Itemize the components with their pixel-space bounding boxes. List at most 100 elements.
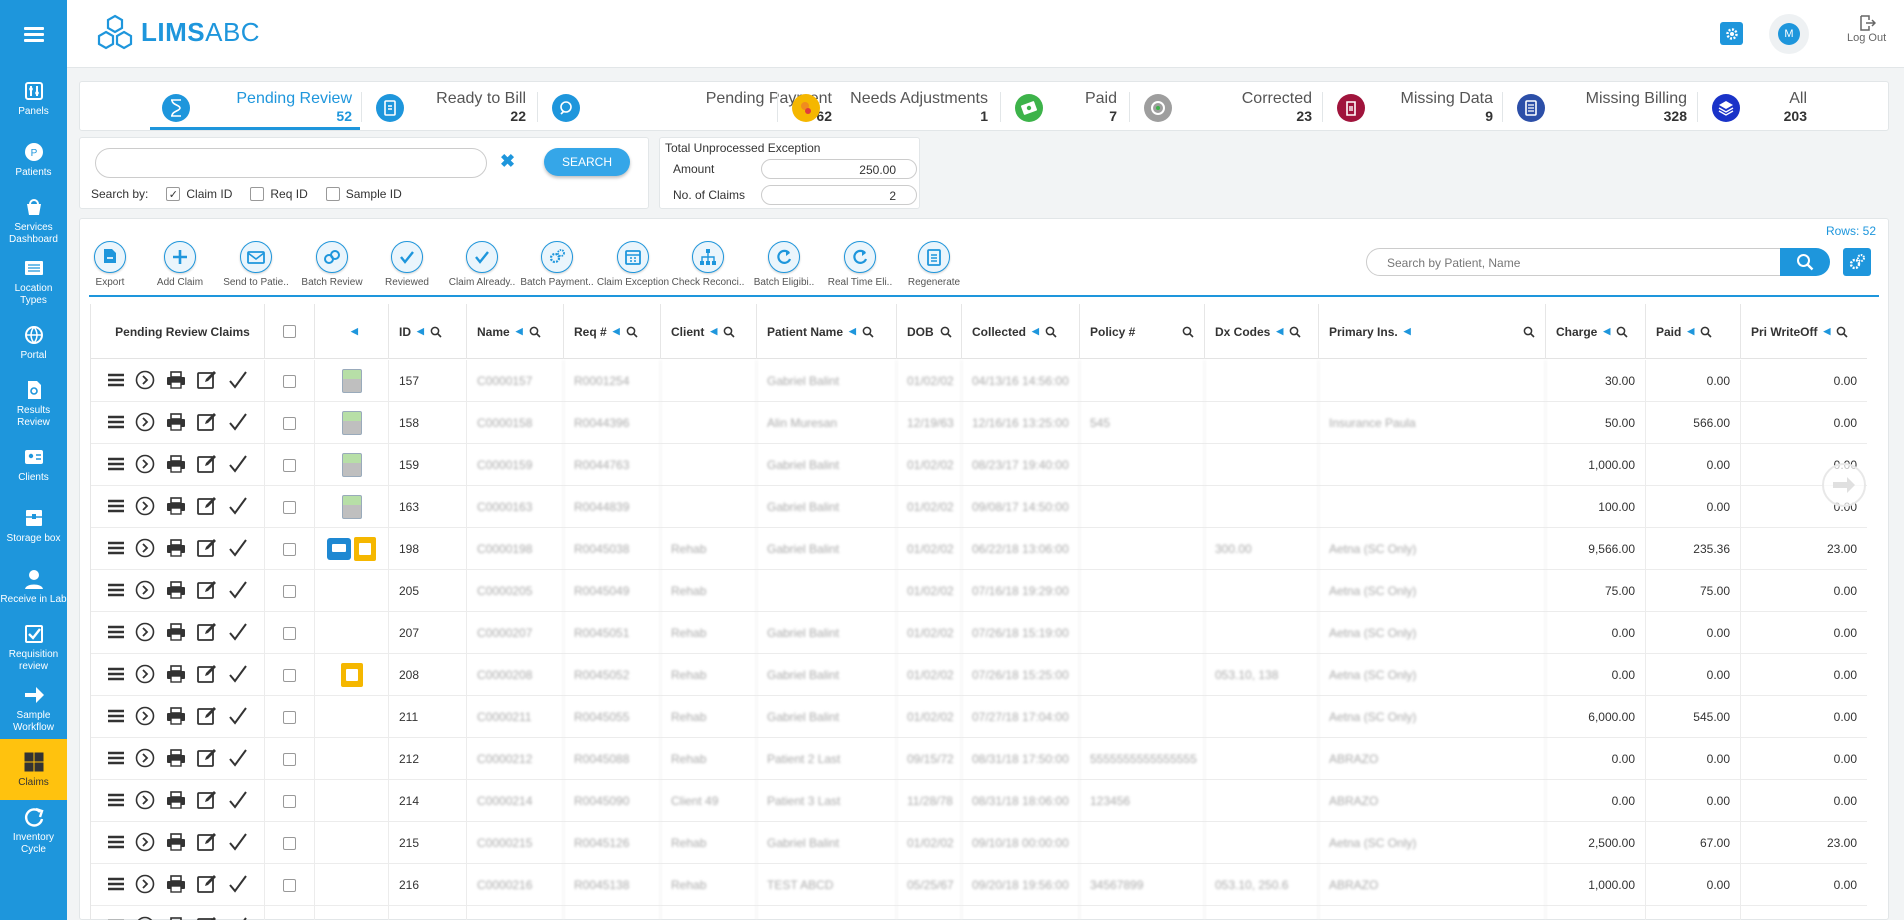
document-icon[interactable]: [341, 411, 362, 435]
sidebar-item-results-review[interactable]: Results Review: [0, 373, 67, 434]
column-header-dx[interactable]: Dx Codes ◀: [1205, 304, 1319, 359]
tab-all[interactable]: All 203: [1700, 82, 1815, 130]
menu-toggle-button[interactable]: [0, 0, 67, 68]
row-edit-icon[interactable]: [196, 454, 217, 477]
sort-arrow-icon[interactable]: ◀: [613, 326, 620, 337]
toolbar-add-claim-button[interactable]: Add Claim: [140, 241, 220, 288]
row-edit-icon[interactable]: [196, 790, 217, 813]
tab-needs-adjustments[interactable]: Needs Adjustments 1: [780, 82, 996, 130]
row-edit-icon[interactable]: [196, 412, 217, 435]
row-print-icon[interactable]: [166, 664, 186, 686]
row-checkbox[interactable]: [283, 458, 296, 472]
row-menu-icon[interactable]: [107, 499, 124, 516]
row-checkbox[interactable]: [283, 374, 296, 388]
row-approve-icon[interactable]: [228, 538, 248, 560]
row-approve-icon[interactable]: [228, 916, 248, 920]
column-header-collected[interactable]: Collected ◀: [962, 304, 1080, 359]
sidebar-item-location-types[interactable]: Location Types: [0, 251, 67, 312]
tab-paid[interactable]: Paid 7: [1003, 82, 1125, 130]
row-open-icon[interactable]: [135, 622, 155, 645]
logo[interactable]: LIMSABC: [95, 14, 260, 50]
column-search-icon[interactable]: [430, 326, 442, 338]
search-by-sample-id[interactable]: Sample ID: [325, 187, 402, 201]
column-header-dob[interactable]: DOB: [897, 304, 962, 359]
tab-missing-billing[interactable]: Missing Billing 328: [1505, 82, 1695, 130]
toolbar-send-to-patie-button[interactable]: Send to Patie..: [216, 241, 296, 288]
row-menu-icon[interactable]: [107, 751, 124, 768]
row-menu-icon[interactable]: [107, 877, 124, 894]
sidebar-item-claims[interactable]: Claims: [0, 739, 67, 800]
row-menu-icon[interactable]: [107, 793, 124, 810]
search-by-req-id[interactable]: Req ID: [250, 187, 308, 201]
column-header-writeoff[interactable]: Pri WriteOff ◀: [1741, 304, 1867, 359]
row-open-icon[interactable]: [135, 412, 155, 435]
sort-arrow-icon[interactable]: ◀: [1687, 326, 1694, 337]
row-menu-icon[interactable]: [107, 415, 124, 432]
toolbar-batch-payment-button[interactable]: Batch Payment..: [517, 241, 597, 288]
column-header-policy[interactable]: Policy #: [1080, 304, 1205, 359]
flags-header[interactable]: ◀: [315, 304, 389, 359]
table-row[interactable]: 211 C0000211 R0045055 Rehab Gabriel Balint 01…: [91, 696, 1867, 738]
sort-arrow-icon[interactable]: ◀: [1404, 326, 1411, 337]
column-search-icon[interactable]: [626, 326, 638, 338]
scroll-right-button[interactable]: [1822, 463, 1866, 507]
row-edit-icon[interactable]: [196, 874, 217, 897]
table-row[interactable]: 207 C0000207 R0045051 Rehab Gabriel Balint 01…: [91, 612, 1867, 654]
sort-arrow-icon[interactable]: ◀: [351, 326, 358, 337]
row-print-icon[interactable]: [166, 580, 186, 602]
tab-pending-review[interactable]: Pending Review 52: [150, 82, 360, 130]
tab-corrected[interactable]: Corrected 23: [1132, 82, 1320, 130]
row-edit-icon[interactable]: [196, 622, 217, 645]
row-approve-icon[interactable]: [228, 412, 248, 434]
row-print-icon[interactable]: [166, 832, 186, 854]
patient-search-button[interactable]: [1780, 248, 1830, 276]
row-approve-icon[interactable]: [228, 874, 248, 896]
row-open-icon[interactable]: [135, 874, 155, 897]
table-row[interactable]: 214 C0000214 R0045090 Client 49 Patient 3 La…: [91, 780, 1867, 822]
sidebar-item-receive-in-lab[interactable]: Receive in Lab: [0, 556, 67, 617]
note-icon[interactable]: [340, 663, 363, 687]
column-header-id[interactable]: ID ◀: [389, 304, 467, 359]
clear-search-icon[interactable]: ✖: [500, 151, 515, 172]
row-edit-icon[interactable]: [196, 538, 217, 561]
row-checkbox[interactable]: [283, 626, 296, 640]
row-approve-icon[interactable]: [228, 454, 248, 476]
row-checkbox[interactable]: [283, 500, 296, 514]
column-search-icon[interactable]: [529, 326, 541, 338]
row-checkbox[interactable]: [283, 794, 296, 808]
sidebar-item-portal[interactable]: Portal: [0, 312, 67, 373]
settings-button[interactable]: [1720, 22, 1743, 45]
row-edit-icon[interactable]: [196, 370, 217, 393]
checkbox-req-id[interactable]: [250, 187, 265, 201]
row-print-icon[interactable]: [166, 496, 186, 518]
row-edit-icon[interactable]: [196, 706, 217, 729]
row-open-icon[interactable]: [135, 454, 155, 477]
toolbar-claim-exception-button[interactable]: Claim Exception: [593, 241, 673, 288]
table-row[interactable]: 215 C0000215 R0045126 Rehab Gabriel Balint 01…: [91, 822, 1867, 864]
row-menu-icon[interactable]: [107, 583, 124, 600]
row-open-icon[interactable]: [135, 748, 155, 771]
table-row[interactable]: 208 C0000208 R0045052 Rehab Gabriel Balint 01…: [91, 654, 1867, 696]
select-all-checkbox[interactable]: [283, 325, 296, 338]
sidebar-item-clients[interactable]: Clients: [0, 434, 67, 495]
sort-arrow-icon[interactable]: ◀: [1823, 326, 1830, 337]
row-open-icon[interactable]: [135, 664, 155, 687]
row-open-icon[interactable]: [135, 706, 155, 729]
toolbar-claim-already-button[interactable]: Claim Already..: [442, 241, 522, 288]
claim-search-input[interactable]: [95, 148, 487, 178]
tab-ready-to-bill[interactable]: Ready to Bill 22: [364, 82, 534, 130]
sort-arrow-icon[interactable]: ◀: [417, 326, 424, 337]
table-row[interactable]: 217C0000217R0045139RehabTEST ABCD05/25/6…: [91, 906, 1867, 920]
toolbar-real-time-eli-button[interactable]: Real Time Eli..: [820, 241, 900, 288]
row-approve-icon[interactable]: [228, 370, 248, 392]
row-approve-icon[interactable]: [228, 790, 248, 812]
logout-button[interactable]: Log Out: [1847, 14, 1886, 44]
user-avatar-button[interactable]: M: [1769, 14, 1809, 54]
column-header-client[interactable]: Client ◀: [661, 304, 757, 359]
sidebar-item-storage-box[interactable]: Storage box: [0, 495, 67, 556]
row-menu-icon[interactable]: [107, 457, 124, 474]
row-open-icon[interactable]: [135, 538, 155, 561]
column-search-icon[interactable]: [723, 326, 735, 338]
document-icon[interactable]: [341, 453, 362, 477]
table-row[interactable]: 212 C0000212 R0045088 Rehab Patient 2 Last 09…: [91, 738, 1867, 780]
